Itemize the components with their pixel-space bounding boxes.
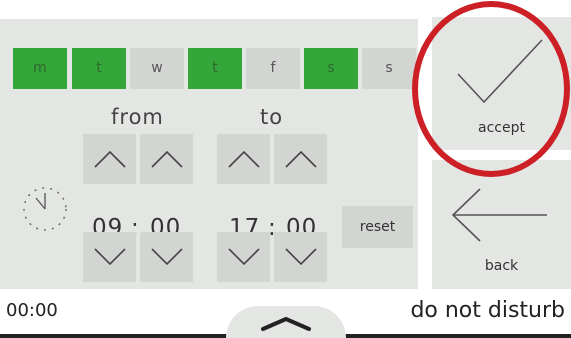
reset-button[interactable]: reset — [342, 206, 413, 248]
status-time: 00:00 — [6, 300, 58, 321]
from-hour-up-button[interactable] — [83, 134, 136, 184]
chevron-up-icon — [227, 150, 260, 168]
chevron-up-icon — [284, 150, 317, 168]
arrow-left-icon — [451, 188, 547, 242]
accept-button[interactable]: accept — [432, 17, 571, 150]
schedule-panel: m t w t f s s from to 09 : 00 17 : 00 re… — [0, 19, 418, 289]
to-hour-up-button[interactable] — [217, 134, 270, 184]
from-hour-down-button[interactable] — [83, 232, 136, 282]
chevron-down-icon — [150, 248, 183, 266]
chevron-up-icon — [150, 150, 183, 168]
back-label: back — [484, 258, 519, 274]
day-toggle-wednesday[interactable]: w — [130, 48, 184, 89]
chevron-down-icon — [93, 248, 126, 266]
day-toggle-saturday[interactable]: s — [304, 48, 358, 89]
chevron-down-icon — [284, 248, 317, 266]
to-minute-up-button[interactable] — [274, 134, 327, 184]
accept-label: accept — [478, 120, 525, 136]
from-minute-down-button[interactable] — [140, 232, 193, 282]
drawer-handle[interactable] — [226, 306, 346, 338]
day-toggle-tuesday[interactable]: t — [72, 48, 126, 89]
day-toggle-thursday[interactable]: t — [188, 48, 242, 89]
from-minute-up-button[interactable] — [140, 134, 193, 184]
back-button[interactable]: back — [432, 160, 571, 289]
from-label: from — [111, 105, 164, 129]
to-hour-down-button[interactable] — [217, 232, 270, 282]
chevron-up-icon — [93, 150, 126, 168]
to-minute-down-button[interactable] — [274, 232, 327, 282]
chevron-up-icon — [261, 317, 311, 331]
to-label: to — [260, 105, 284, 129]
day-toggle-monday[interactable]: m — [13, 48, 67, 89]
checkmark-icon — [457, 39, 543, 104]
day-toggle-friday[interactable]: f — [246, 48, 300, 89]
clock-icon — [23, 187, 67, 231]
day-toggle-sunday[interactable]: s — [362, 48, 416, 89]
status-mode: do not disturb — [410, 298, 565, 323]
chevron-down-icon — [227, 248, 260, 266]
